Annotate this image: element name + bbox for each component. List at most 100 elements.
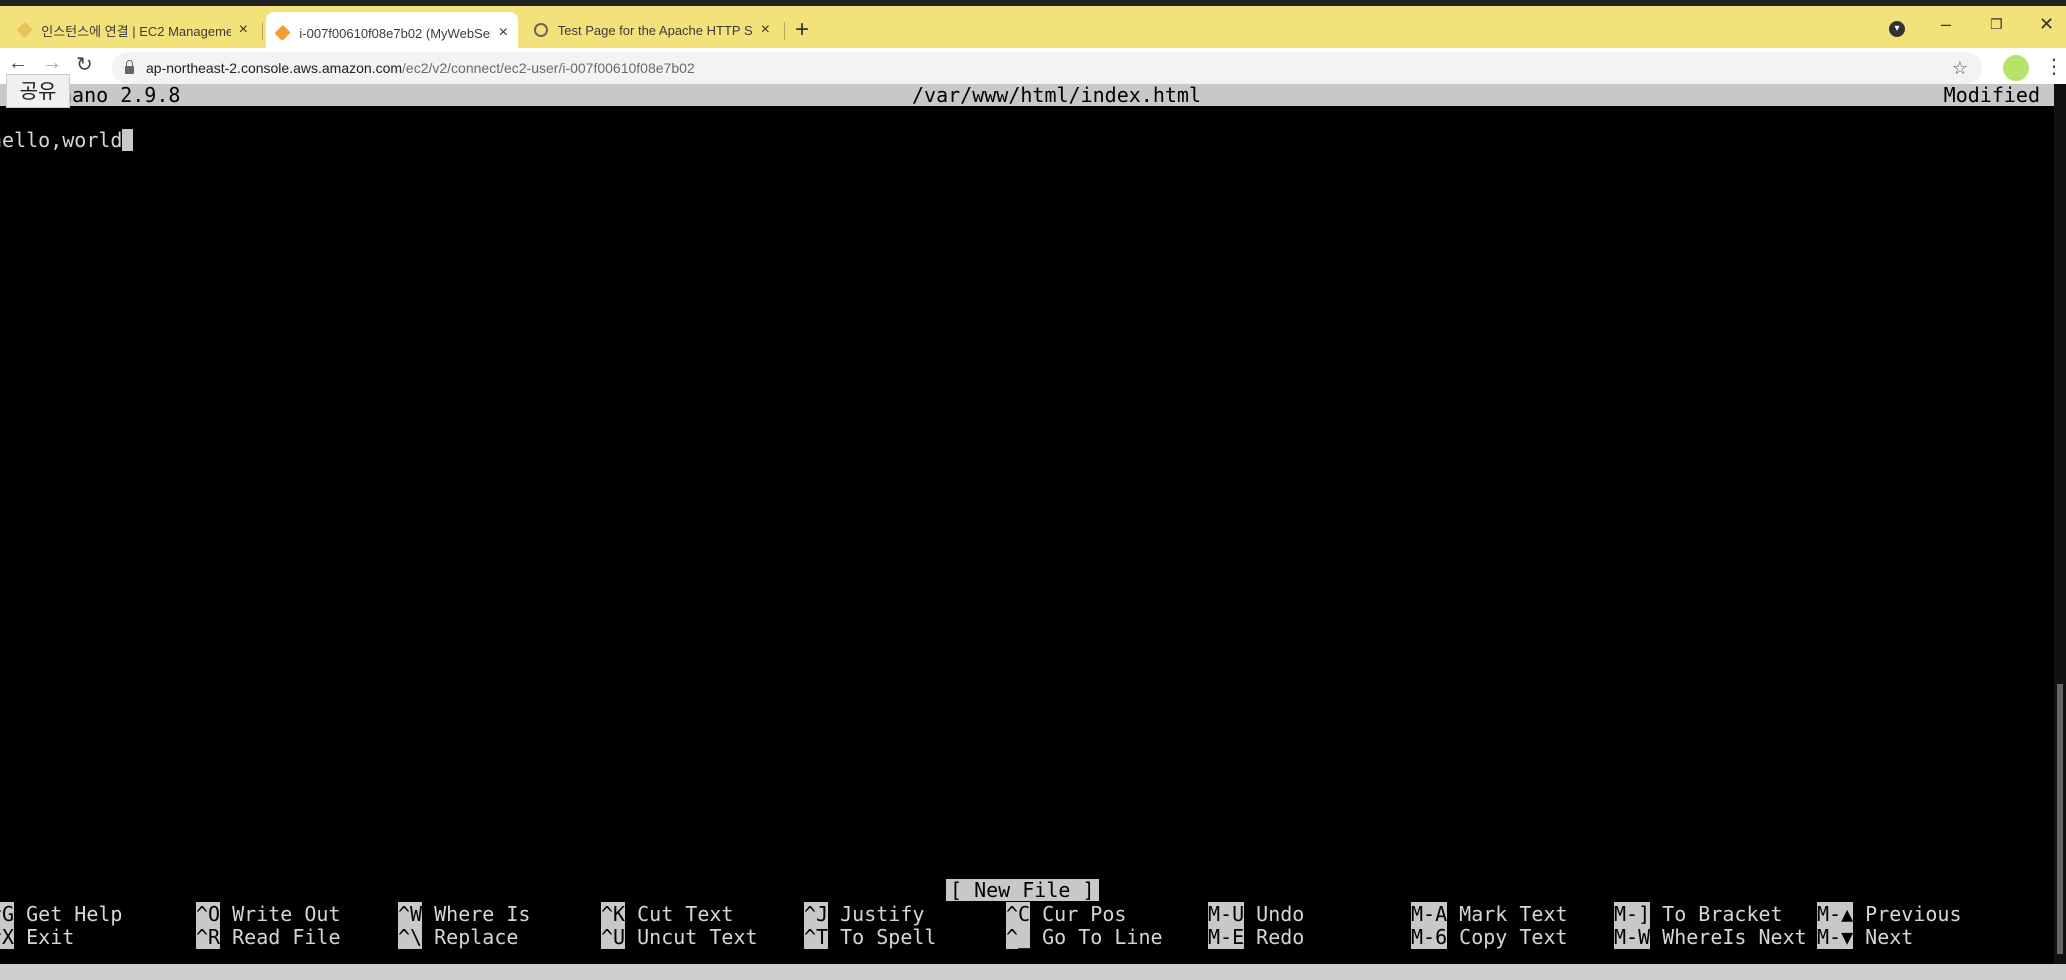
shortcut-label: Cut Text [637,902,734,926]
shortcut-item: ^T To Spell [804,925,937,949]
shortcut-item: M-A Mark Text [1411,902,1568,926]
shortcut-label: Get Help [26,902,123,926]
shortcut-key: ^\ [398,925,423,949]
shortcut-item: ^G Get Help [0,902,123,926]
profile-menu-icon[interactable]: ▾ [1889,21,1905,37]
shortcut-item: ^U Uncut Text [601,925,758,949]
content-line: hello,world [0,128,123,152]
tab-apache-test-page[interactable]: Test Page for the Apache HTTP Server × [524,12,780,48]
shortcut-item: M-6 Copy Text [1411,925,1568,949]
shortcut-label: Write Out [232,902,341,926]
shortcut-key: M-▼ [1817,925,1854,949]
shortcut-item: ^O Write Out [196,902,341,926]
minimize-button[interactable]: – [1941,14,1951,35]
shortcut-label: Where Is [434,902,531,926]
close-tab-icon[interactable]: × [499,24,508,42]
back-button[interactable]: ← [8,52,28,75]
vertical-scrollbar[interactable] [2054,84,2066,964]
shortcut-item: M-] To Bracket [1614,902,1783,926]
shortcut-label: Replace [434,925,519,949]
profile-avatar[interactable] [2003,55,2029,81]
browser-toolbar: ← → ↻ ap-northeast-2.console.aws.amazon.… [0,48,2066,88]
globe-icon [534,23,548,37]
address-bar[interactable]: ap-northeast-2.console.aws.amazon.com/ec… [112,52,1982,84]
shortcut-item: ^_ Go To Line [1006,925,1163,949]
close-window-button[interactable]: ✕ [2039,14,2054,35]
shortcut-key: ^R [196,925,221,949]
shortcut-label: WhereIs Next [1662,925,1807,949]
shortcut-key: M-A [1411,902,1448,926]
shortcut-item: ^\ Replace [398,925,519,949]
shortcut-item: M-W WhereIs Next [1614,925,1807,949]
shortcut-label: Justify [840,902,925,926]
shortcut-label: To Spell [840,925,937,949]
shortcut-key: M-] [1614,902,1651,926]
shortcut-key: M-U [1208,902,1245,926]
shortcut-label: To Bracket [1662,902,1783,926]
shortcut-key: M-E [1208,925,1245,949]
share-button[interactable]: 공유 [6,74,70,108]
tab-title: 인스턴스에 연결 | EC2 Management [41,23,231,39]
tab-strip: 인스턴스에 연결 | EC2 Management × i-007f00610f… [0,0,2066,54]
browser-menu-icon[interactable]: ⋮ [2044,54,2064,79]
shortcut-label: Cur Pos [1042,902,1127,926]
shortcut-key: ^G [0,902,15,926]
close-tab-icon[interactable]: × [761,21,770,39]
shortcut-item: ^C Cur Pos [1006,902,1127,926]
shortcut-label: Go To Line [1042,925,1163,949]
tab-divider [784,22,785,40]
shortcut-key: M-▲ [1817,902,1854,926]
shortcut-key: ^_ [1006,925,1031,949]
shortcut-key: ^J [804,902,829,926]
shortcut-label: Mark Text [1459,902,1568,926]
editor-content[interactable]: hello,world [0,128,134,152]
tab-title: i-007f00610f08e7b02 (MyWebServer) [299,25,490,41]
text-cursor [122,129,134,151]
shortcut-label: Exit [26,925,75,949]
new-tab-button[interactable]: + [795,16,809,44]
horizontal-scrollbar[interactable] [0,964,2066,980]
shortcut-label: Next [1865,925,1914,949]
aws-cube-icon [16,21,33,39]
shortcut-item: ^K Cut Text [601,902,734,926]
shortcut-key: M-6 [1411,925,1448,949]
shortcut-item: M-U Undo [1208,902,1304,926]
reload-button[interactable]: ↻ [76,52,93,77]
bookmark-star-icon[interactable]: ☆ [1952,58,1968,79]
shortcut-key: ^T [804,925,829,949]
tab-ec2-connect[interactable]: 인스턴스에 연결 | EC2 Management × [8,12,258,48]
nano-filename: /var/www/html/index.html [912,83,1201,107]
shortcut-key: ^K [601,902,626,926]
shortcut-item: ^W Where Is [398,902,531,926]
scrollbar-thumb[interactable] [2057,684,2063,954]
nano-modified-state: Modified [1943,83,2040,107]
shortcut-item: M-E Redo [1208,925,1305,949]
shortcut-item: ^J Justify [804,902,925,926]
url-host: ap-northeast-2.console.aws.amazon.com [146,60,403,76]
url-text[interactable]: ap-northeast-2.console.aws.amazon.com/ec… [146,60,695,76]
shortcut-item: ^R Read File [196,925,341,949]
nano-titlebar: nano 2.9.8 /var/www/html/index.html Modi… [0,84,2054,106]
tab-title: Test Page for the Apache HTTP Server [557,22,753,38]
shortcut-label: Copy Text [1459,925,1568,949]
forward-button[interactable]: → [42,52,62,75]
shortcut-label: Read File [232,925,341,949]
shortcut-item: M-▲ Previous [1817,902,1962,926]
shortcut-key: ^C [1006,902,1031,926]
shortcut-item: ^X Exit [0,925,75,949]
tab-divider [262,22,263,40]
terminal-window[interactable]: nano 2.9.8 /var/www/html/index.html Modi… [0,84,2054,964]
shortcut-key: M-W [1614,925,1651,949]
shortcut-label: Uncut Text [637,925,758,949]
close-tab-icon[interactable]: × [239,21,248,39]
lock-icon[interactable] [125,60,134,74]
shortcut-key: ^X [0,925,15,949]
shortcut-key: ^O [196,902,221,926]
shortcut-label: Redo [1256,925,1305,949]
nano-version: nano 2.9.8 [60,83,181,107]
shortcut-item: M-▼ Next [1817,925,1914,949]
restore-button[interactable]: ❐ [1990,16,2003,33]
shortcut-label: Previous [1865,902,1962,926]
shortcut-key: ^W [398,902,423,926]
url-path: /ec2/v2/connect/ec2-user/i-007f00610f08e… [402,60,695,76]
